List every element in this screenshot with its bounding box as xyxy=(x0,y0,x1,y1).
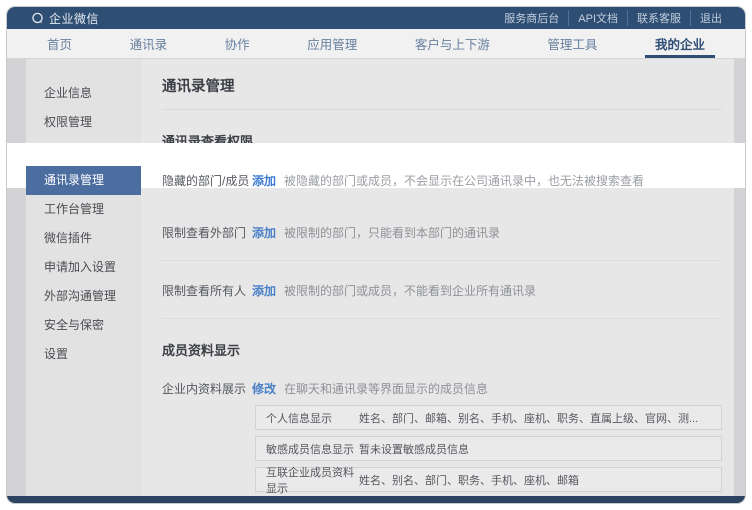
profile-row-label: 个人信息显示 xyxy=(266,410,359,426)
page-title: 通讯录管理 xyxy=(162,75,734,96)
profile-row-label: 互联企业成员资料显示 xyxy=(266,464,359,496)
sidebar-item-wechat-plugin[interactable]: 微信插件 xyxy=(26,224,141,253)
section-divider xyxy=(162,318,722,319)
profile-row-label: 敏感成员信息显示 xyxy=(266,441,359,457)
profile-row-value: 姓名、部门、邮箱、别名、手机、座机、职务、直属上级、官网、测... xyxy=(359,410,698,426)
profile-table-row: 互联企业成员资料显示 姓名、别名、部门、职务、手机、座机、邮箱 xyxy=(255,467,722,492)
topbar: 企业微信 服务商后台 API文档 联系客服 退出 xyxy=(7,7,745,29)
page-right-gutter xyxy=(734,59,745,504)
section-heading-member-profile: 成员资料显示 xyxy=(162,340,734,359)
add-button[interactable]: 添加 xyxy=(252,172,276,189)
sidebar-item-company-info[interactable]: 企业信息 xyxy=(26,79,141,108)
profile-table-row: 敏感成员信息显示 暂未设置敏感成员信息 xyxy=(255,436,722,461)
sidebar-item-workbench-management[interactable]: 工作台管理 xyxy=(26,195,141,224)
row-label: 限制查看外部门 xyxy=(162,224,252,241)
sidebar-item-security[interactable]: 安全与保密 xyxy=(26,311,141,340)
row-hidden-departments: 隐藏的部门/成员 添加 被隐藏的部门或成员，不会显示在公司通讯录中，也无法被搜索… xyxy=(162,158,734,203)
logo-text: 企业微信 xyxy=(49,10,99,27)
sidebar-item-join-settings[interactable]: 申请加入设置 xyxy=(26,253,141,282)
top-link-contact-support[interactable]: 联系客服 xyxy=(627,10,690,26)
row-label: 隐藏的部门/成员 xyxy=(162,172,252,189)
add-button[interactable]: 添加 xyxy=(252,282,276,299)
profile-row-value: 姓名、别名、部门、职务、手机、座机、邮箱 xyxy=(359,472,579,488)
main-content: 通讯录管理 通讯录查看权限 隐藏的部门/成员 添加 被隐藏的部门或成员，不会显示… xyxy=(141,59,734,504)
row-description: 被限制的部门，只能看到本部门的通讯录 xyxy=(284,224,500,241)
profile-display-table: 个人信息显示 姓名、部门、邮箱、别名、手机、座机、职务、直属上级、官网、测...… xyxy=(255,405,722,504)
row-restrict-external-dept: 限制查看外部门 添加 被限制的部门，只能看到本部门的通讯录 xyxy=(162,224,734,241)
row-restrict-everyone: 限制查看所有人 添加 被限制的部门或成员，不能看到企业所有通讯录 xyxy=(162,282,734,299)
sidebar-item-permission-management[interactable]: 权限管理 xyxy=(26,108,141,137)
nav-tab-management-tools[interactable]: 管理工具 xyxy=(541,29,603,58)
row-divider xyxy=(162,260,722,261)
sidebar-item-settings[interactable]: 设置 xyxy=(26,340,141,369)
nav-tab-home[interactable]: 首页 xyxy=(41,29,78,58)
browser-window: 企业微信 服务商后台 API文档 联系客服 退出 首页 通讯录 协作 应用管理 … xyxy=(6,6,746,504)
nav-tab-collaboration[interactable]: 协作 xyxy=(219,29,256,58)
row-label: 企业内资料展示 xyxy=(162,380,252,397)
nav-tab-contacts[interactable]: 通讯录 xyxy=(124,29,174,58)
row-description: 被隐藏的部门或成员，不会显示在公司通讯录中，也无法被搜索查看 xyxy=(284,172,644,189)
wework-logo[interactable]: 企业微信 xyxy=(31,10,99,27)
profile-row-value: 暂未设置敏感成员信息 xyxy=(359,441,469,457)
primary-nav: 首页 通讯录 协作 应用管理 客户与上下游 管理工具 我的企业 xyxy=(7,29,745,59)
add-button[interactable]: 添加 xyxy=(252,224,276,241)
top-link-api-docs[interactable]: API文档 xyxy=(568,10,627,26)
page-left-gutter xyxy=(7,59,26,504)
profile-table-row: 个人信息显示 姓名、部门、邮箱、别名、手机、座机、职务、直属上级、官网、测... xyxy=(255,405,722,430)
window-bottom-edge xyxy=(7,496,745,503)
sidebar-item-contacts-management[interactable]: 通讯录管理 xyxy=(26,166,141,195)
nav-tab-my-company[interactable]: 我的企业 xyxy=(649,29,711,58)
row-description: 在聊天和通讯录等界面显示的成员信息 xyxy=(284,380,488,397)
page-body: 企业信息 权限管理 聊天管理 通讯录管理 工作台管理 微信插件 申请加入设置 外… xyxy=(7,59,745,504)
topbar-links: 服务商后台 API文档 联系客服 退出 xyxy=(495,10,731,26)
sidebar: 企业信息 权限管理 聊天管理 通讯录管理 工作台管理 微信插件 申请加入设置 外… xyxy=(26,59,141,504)
row-label: 限制查看所有人 xyxy=(162,282,252,299)
nav-tab-customers[interactable]: 客户与上下游 xyxy=(409,29,496,58)
nav-tab-app-management[interactable]: 应用管理 xyxy=(301,29,363,58)
title-divider xyxy=(162,109,722,110)
row-description: 被限制的部门或成员，不能看到企业所有通讯录 xyxy=(284,282,536,299)
sidebar-item-external-comm-management[interactable]: 外部沟通管理 xyxy=(26,282,141,311)
chat-bubble-icon xyxy=(31,12,44,25)
row-internal-profile-display: 企业内资料展示 修改 在聊天和通讯录等界面显示的成员信息 xyxy=(162,380,734,397)
top-link-logout[interactable]: 退出 xyxy=(690,10,731,26)
top-link-provider-console[interactable]: 服务商后台 xyxy=(495,10,568,26)
modify-button[interactable]: 修改 xyxy=(252,380,276,397)
